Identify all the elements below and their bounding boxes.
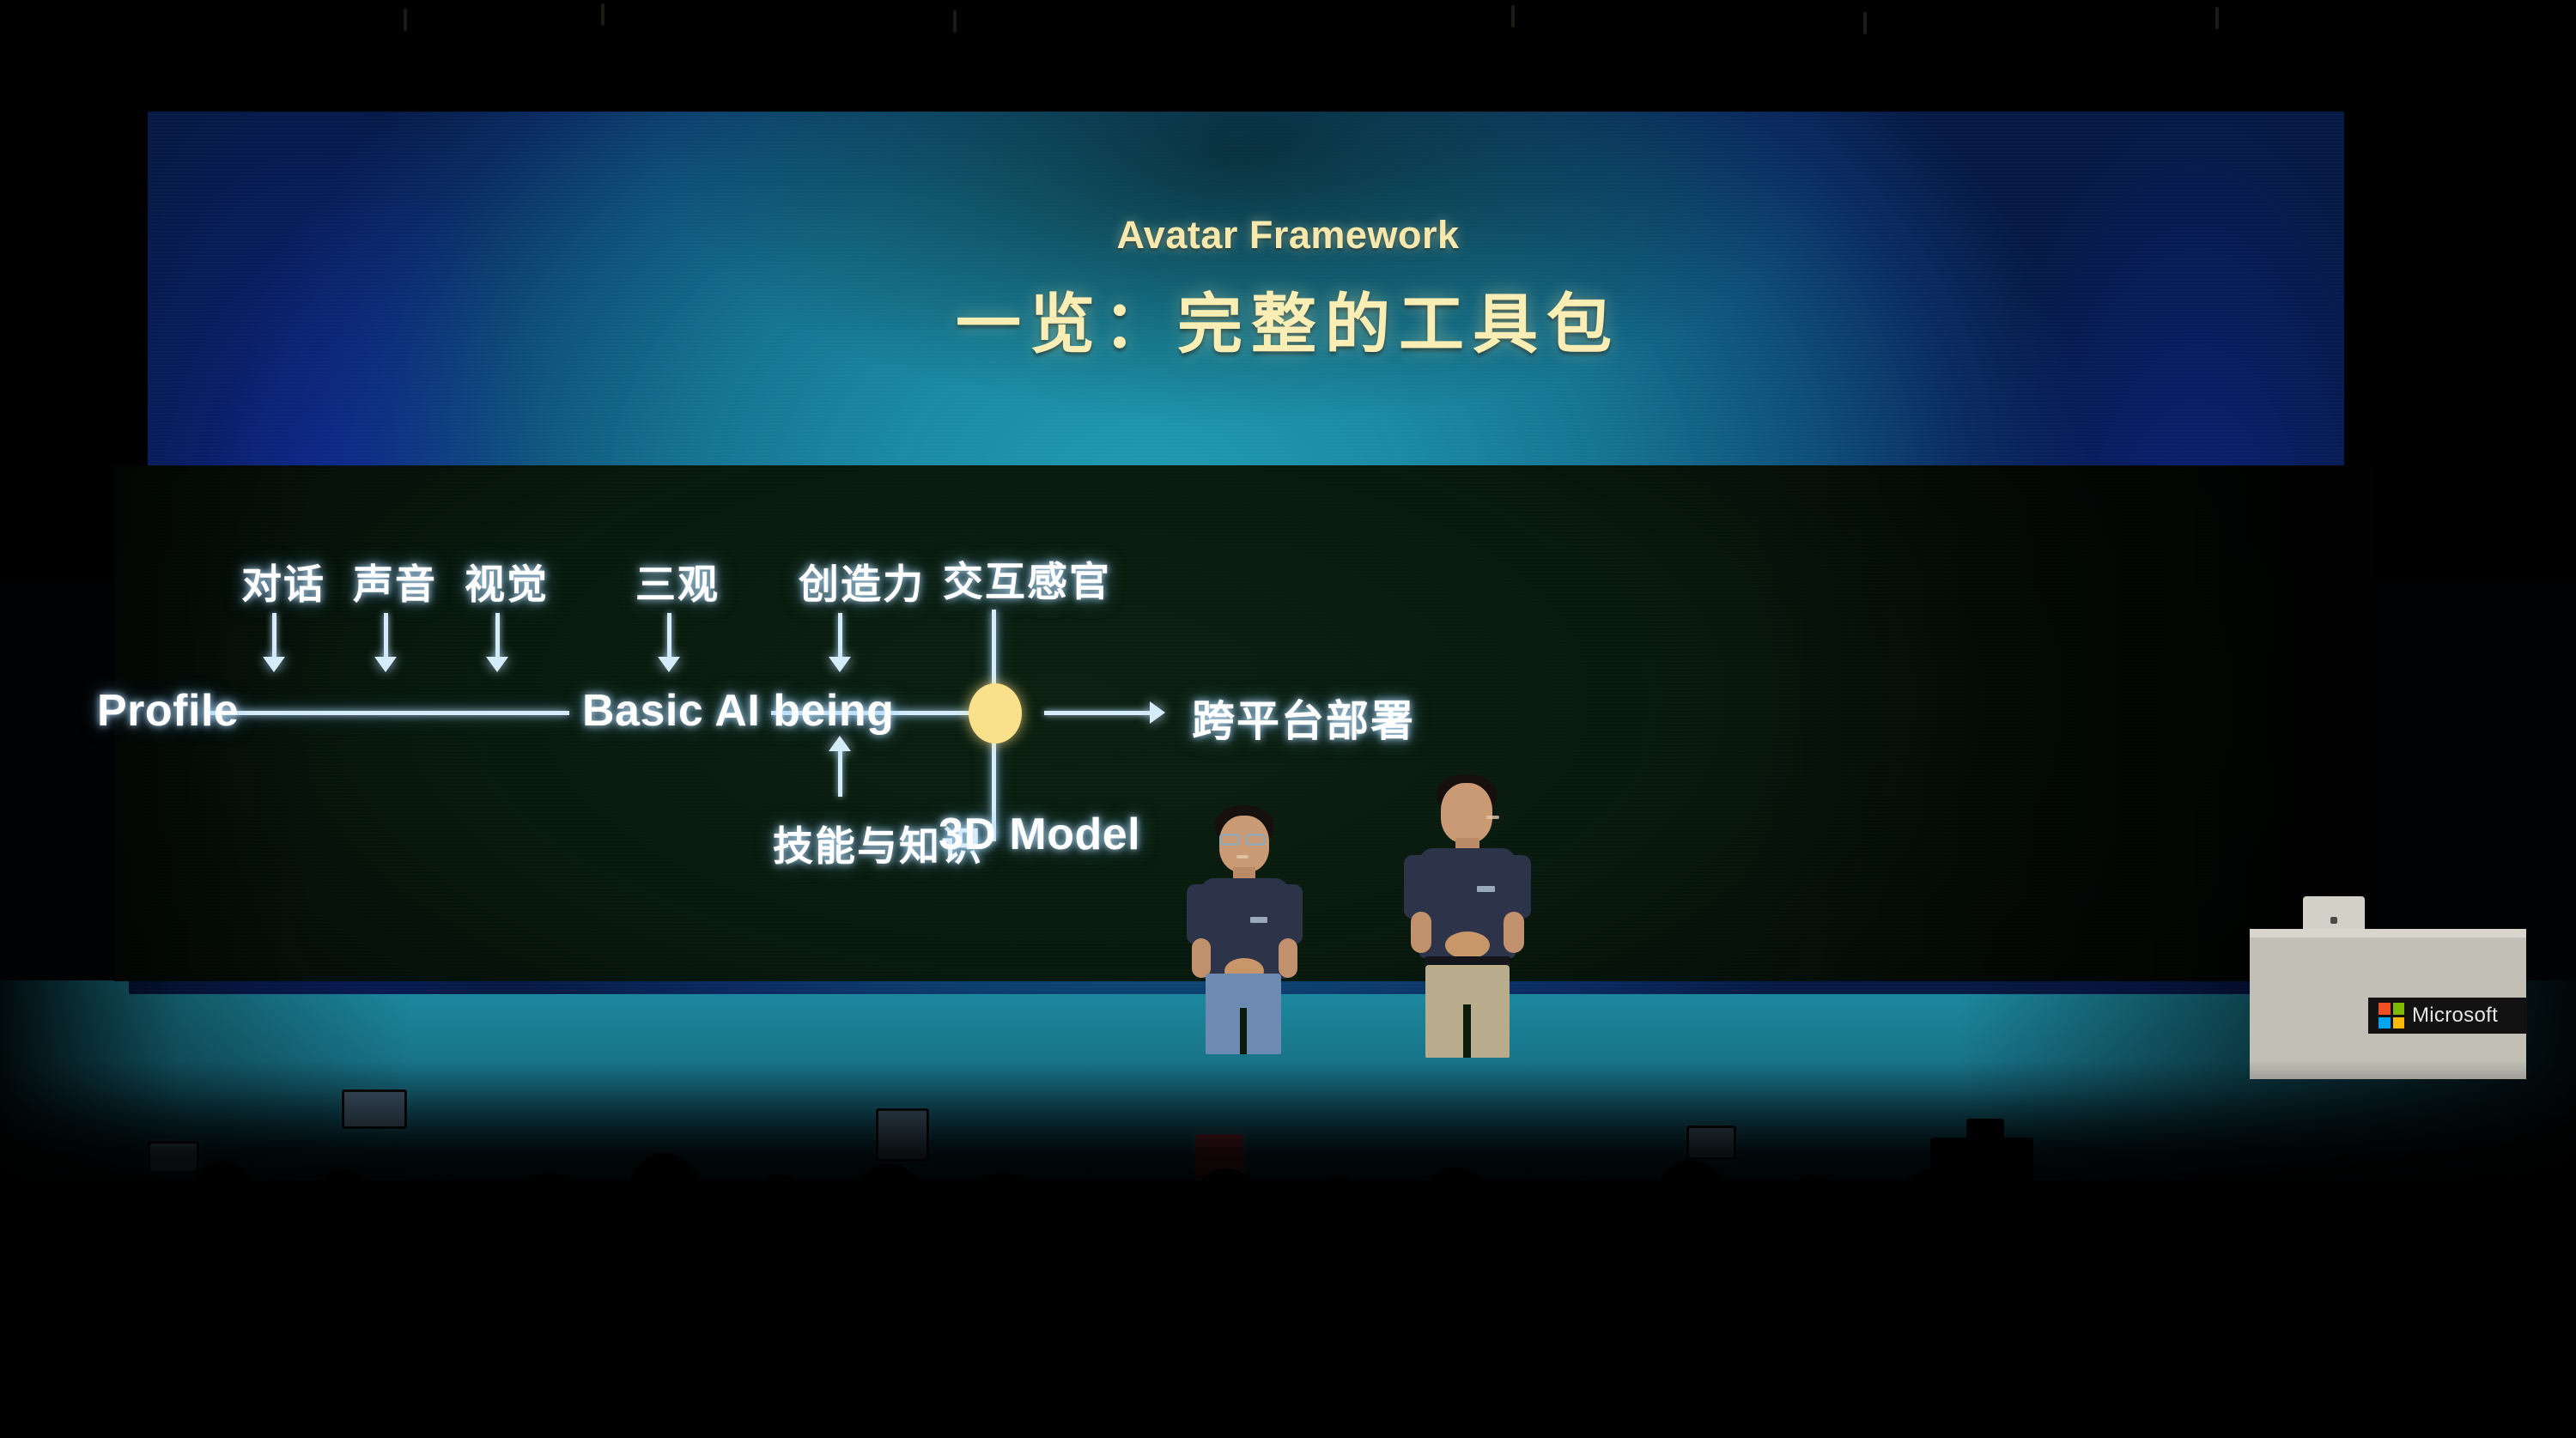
glasses-icon [1245, 834, 1266, 846]
sleeve-left [1404, 855, 1431, 919]
arrow-right-icon-deploy [1044, 701, 1165, 724]
foreground-blackout [0, 1180, 2576, 1438]
diagram-label-worldview: 三观 [635, 561, 720, 607]
camera-body [1966, 1119, 2004, 1155]
podium-top-edge [2250, 929, 2526, 937]
headset-mic-icon [1486, 816, 1499, 819]
diagram-node-3d-model: 3D Model [939, 810, 1141, 859]
diagram-node-cross-platform-deploy: 跨平台部署 [1192, 697, 1415, 745]
microsoft-logo-icon [2379, 1003, 2404, 1028]
slide-title-block: Avatar Framework 一览：完整的工具包 [0, 213, 2576, 366]
forearm-right [1504, 912, 1524, 953]
diagram-node-basic-ai-being: Basic AI being [582, 686, 895, 736]
diagram-node-profile: Profile [97, 686, 240, 736]
podium: Microsoft [2250, 884, 2559, 1090]
presenter-right [1395, 774, 1558, 1058]
shirt-logo [1477, 886, 1495, 892]
forearm-left [1411, 912, 1431, 953]
leg-gap [1463, 1004, 1471, 1058]
clasped-hands [1445, 931, 1490, 959]
arrow-down-icon-worldview [658, 613, 680, 672]
keynote-stage-photo: Avatar Framework 一览：完整的工具包 对话 声音 视觉 三观 创… [0, 0, 2576, 1438]
presenter-left [1175, 805, 1329, 1054]
sleeve-right [1277, 884, 1303, 944]
forearm-left [1192, 938, 1211, 978]
slide-title-chinese: 一览：完整的工具包 [956, 288, 1620, 361]
truss-light-icon [953, 10, 957, 33]
sleeve-left [1187, 884, 1212, 944]
arrow-down-icon-creativity [829, 613, 851, 672]
diagram-label-voice: 声音 [353, 561, 437, 607]
truss-light-icon [601, 3, 605, 26]
arrow-up-icon-skills [829, 736, 851, 797]
truss-light-icon [404, 9, 407, 31]
glasses-icon [1219, 834, 1240, 846]
forearm-right [1279, 938, 1297, 978]
truss-light-icon [2215, 7, 2219, 29]
diagram-label-creativity: 创造力 [799, 561, 925, 607]
node-marker-3d-model [969, 683, 1022, 743]
connector-line-profile-to-basic-ai [204, 711, 569, 715]
truss-light-icon [1863, 12, 1867, 34]
microsoft-logo-plate: Microsoft [2368, 998, 2527, 1034]
arrow-down-icon-vision [486, 613, 508, 672]
leg-gap [1240, 1008, 1247, 1054]
head [1441, 783, 1492, 843]
headset-mic-icon [1236, 855, 1249, 859]
laptop-logo [2330, 917, 2337, 924]
arrow-down-icon-voice [374, 613, 397, 672]
arrow-down-icon-dialogue [263, 613, 285, 672]
ceiling-blackout [0, 0, 2576, 112]
diagram-label-dialogue: 对话 [241, 561, 325, 607]
slide-title-english: Avatar Framework [1116, 213, 1460, 257]
diagram-label-vision: 视觉 [465, 561, 549, 607]
sleeve-right [1504, 855, 1531, 919]
diagram-label-senses: 交互感官 [943, 559, 1111, 604]
microsoft-wordmark: Microsoft [2412, 1004, 2499, 1027]
shirt-logo [1250, 917, 1267, 923]
laptop-lid [2303, 896, 2365, 931]
truss-light-icon [1511, 5, 1515, 27]
